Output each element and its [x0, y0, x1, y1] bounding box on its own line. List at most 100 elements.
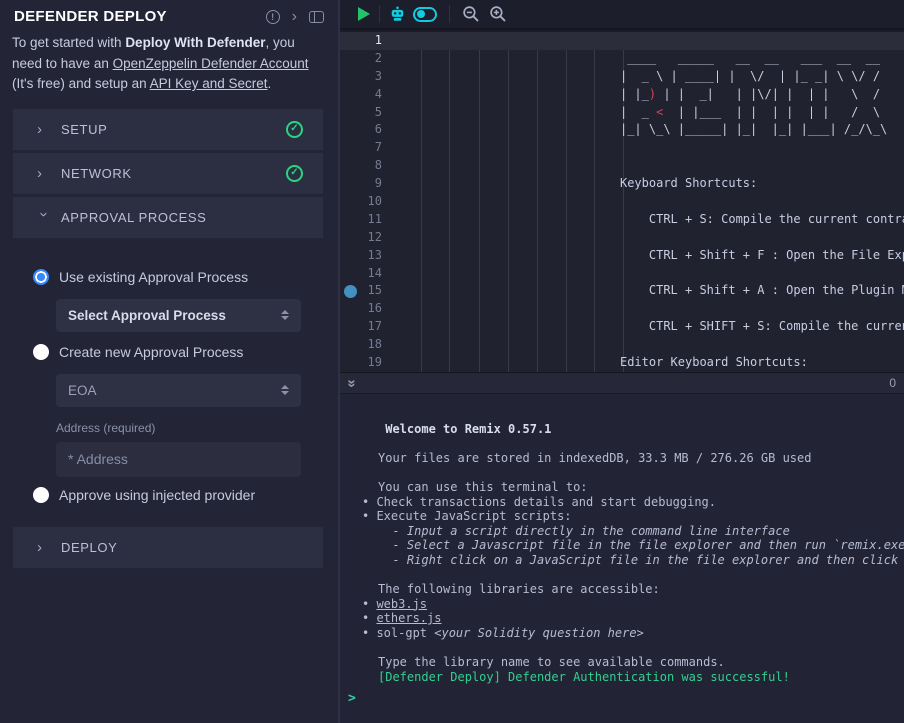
select-approval-process[interactable]: Select Approval Process — [56, 299, 301, 332]
section-approval-process[interactable]: › APPROVAL PROCESS — [13, 197, 323, 238]
radio-row-create: Create new Approval Process — [33, 344, 323, 360]
line-number[interactable]: 7 — [340, 139, 396, 157]
editor-line[interactable]: 14 — [340, 265, 904, 283]
editor-line-text: Keyboard Shortcuts: — [396, 175, 757, 193]
editor-line[interactable]: 11 CTRL + S: Compile the current contrac… — [340, 211, 904, 229]
line-number[interactable]: 8 — [340, 157, 396, 175]
terminal-link[interactable]: web3.js — [376, 597, 427, 611]
line-number[interactable]: 12 — [340, 229, 396, 247]
toolbar-divider — [379, 5, 380, 23]
terminal-text-segment: [Defender Deploy] Defender Authenticatio… — [378, 670, 790, 684]
editor-line[interactable]: 10 — [340, 193, 904, 211]
editor-line[interactable]: 2 ____ _____ __ __ ___ __ __ — [340, 50, 904, 68]
select-arrows-icon — [281, 385, 289, 395]
terminal-header: » 0 — [340, 372, 904, 394]
toolbar-divider — [449, 5, 450, 23]
panel-title: DEFENDER DEPLOY — [14, 8, 266, 25]
expand-terminal-icon[interactable]: » — [344, 379, 361, 387]
line-number[interactable]: 17 — [340, 318, 396, 336]
select-arrows-icon — [281, 310, 289, 320]
editor-line[interactable]: 4 | |_) | | _| | |\/| | | | \ / — [340, 86, 904, 104]
chevron-right-icon: › — [37, 121, 51, 138]
editor-line[interactable]: 17 CTRL + SHIFT + S: Compile the current… — [340, 318, 904, 336]
ai-robot-icon[interactable] — [389, 6, 406, 23]
terminal-text-segment: sol-gpt — [376, 626, 434, 640]
chevron-right-icon[interactable]: › — [292, 10, 297, 24]
line-number[interactable]: 18 — [340, 336, 396, 354]
line-number[interactable]: 19 — [340, 354, 396, 372]
terminal-line: [Defender Deploy] Defender Authenticatio… — [340, 670, 904, 685]
line-number[interactable]: 6 — [340, 121, 396, 139]
copilot-toggle[interactable] — [413, 7, 437, 22]
line-number[interactable]: 16 — [340, 300, 396, 318]
editor-line[interactable]: 7 — [340, 139, 904, 157]
editor-line[interactable]: 5 | _ < | |___ | | | | | | / \ — [340, 104, 904, 122]
intro-link[interactable]: API Key and Secret — [150, 76, 268, 91]
line-number[interactable]: 5 — [340, 104, 396, 122]
intro-text: To get started with Deploy With Defender… — [12, 33, 324, 95]
line-number[interactable]: 13 — [340, 247, 396, 265]
terminal-line: • Execute JavaScript scripts: — [340, 509, 904, 524]
zoom-out-icon[interactable] — [462, 5, 480, 23]
line-number[interactable]: 3 — [340, 68, 396, 86]
address-input[interactable] — [56, 442, 301, 477]
terminal-output[interactable]: Welcome to Remix 0.57.1Your files are st… — [340, 394, 904, 723]
radio-injected-provider[interactable] — [33, 487, 49, 503]
terminal-link[interactable]: ethers.js — [376, 611, 441, 625]
line-number[interactable]: 1 — [340, 32, 396, 50]
terminal-text-segment: • — [362, 597, 376, 611]
radio-use-existing[interactable] — [33, 269, 49, 285]
terminal-line: The following libraries are accessible: — [340, 582, 904, 597]
radio-create-new[interactable] — [33, 344, 49, 360]
defender-deploy-panel: DEFENDER DEPLOY ! › To get started with … — [0, 0, 340, 723]
editor-line[interactable]: 9 Keyboard Shortcuts: — [340, 175, 904, 193]
editor-line[interactable]: 6 |_| \_\ |_____| |_| |_| |___| /_/\_\ — [340, 121, 904, 139]
panel-header: DEFENDER DEPLOY ! › — [0, 0, 338, 25]
line-number[interactable]: 4 — [340, 86, 396, 104]
editor-line[interactable]: 1 — [340, 32, 904, 50]
editor-line[interactable]: 15 CTRL + Shift + A : Open the Plugin Ma… — [340, 282, 904, 300]
editor-line[interactable]: 12 — [340, 229, 904, 247]
section-setup[interactable]: › SETUP ✓ — [13, 109, 323, 150]
breakpoint-icon[interactable] — [344, 285, 357, 298]
run-script-button[interactable] — [358, 7, 370, 21]
terminal-line: - Input a script directly in the command… — [340, 524, 904, 539]
transaction-count-badge: 0 — [889, 376, 896, 390]
check-circle-icon: ✓ — [286, 165, 303, 182]
editor-line-text: Editor Keyboard Shortcuts: — [396, 354, 808, 372]
intro-text-segment: (It's free) and setup an — [12, 76, 150, 91]
terminal-text-segment: Type the library name to see available c… — [378, 655, 725, 669]
info-icon[interactable]: ! — [266, 10, 280, 24]
line-number[interactable]: 2 — [340, 50, 396, 68]
line-number[interactable]: 9 — [340, 175, 396, 193]
line-number[interactable]: 10 — [340, 193, 396, 211]
editor-line[interactable]: 16 — [340, 300, 904, 318]
line-number[interactable]: 14 — [340, 265, 396, 283]
select-approval-type[interactable]: EOA — [56, 374, 301, 407]
terminal-text-segment: • — [362, 495, 376, 509]
terminal-text-segment: Execute JavaScript scripts: — [376, 509, 571, 523]
terminal-line: - Select a Javascript file in the file e… — [340, 538, 904, 553]
terminal-text-segment: You can use this terminal to: — [378, 480, 588, 494]
intro-link[interactable]: OpenZeppelin Defender Account — [113, 56, 309, 71]
zoom-in-icon[interactable] — [489, 5, 507, 23]
terminal-prompt[interactable]: > — [340, 691, 904, 706]
split-view-icon[interactable] — [309, 11, 324, 23]
code-editor[interactable]: 12 ____ _____ __ __ ___ __ __3 | _ \ | _… — [340, 32, 904, 372]
editor-line-text: | _ \ | ____| | \/ | |_ _| \ \/ / — [396, 68, 880, 86]
terminal-line: • Check transactions details and start d… — [340, 495, 904, 510]
editor-line[interactable]: 3 | _ \ | ____| | \/ | |_ _| \ \/ / — [340, 68, 904, 86]
terminal-text-segment: - Select a Javascript file in the file e… — [378, 538, 904, 552]
editor-line-text: ____ _____ __ __ ___ __ __ — [396, 50, 880, 68]
section-deploy[interactable]: › DEPLOY — [13, 527, 323, 568]
address-label: Address (required) — [56, 421, 323, 435]
editor-line[interactable]: 19 Editor Keyboard Shortcuts: — [340, 354, 904, 372]
radio-row-injected: Approve using injected provider — [33, 487, 323, 503]
editor-line[interactable]: 13 CTRL + Shift + F : Open the File Expl… — [340, 247, 904, 265]
chevron-right-icon: › — [37, 165, 51, 182]
editor-line[interactable]: 18 — [340, 336, 904, 354]
editor-line[interactable]: 8 — [340, 157, 904, 175]
section-network[interactable]: › NETWORK ✓ — [13, 153, 323, 194]
line-number[interactable]: 11 — [340, 211, 396, 229]
editor-line-text: CTRL + Shift + A : Open the Plugin Manag… — [396, 282, 904, 300]
